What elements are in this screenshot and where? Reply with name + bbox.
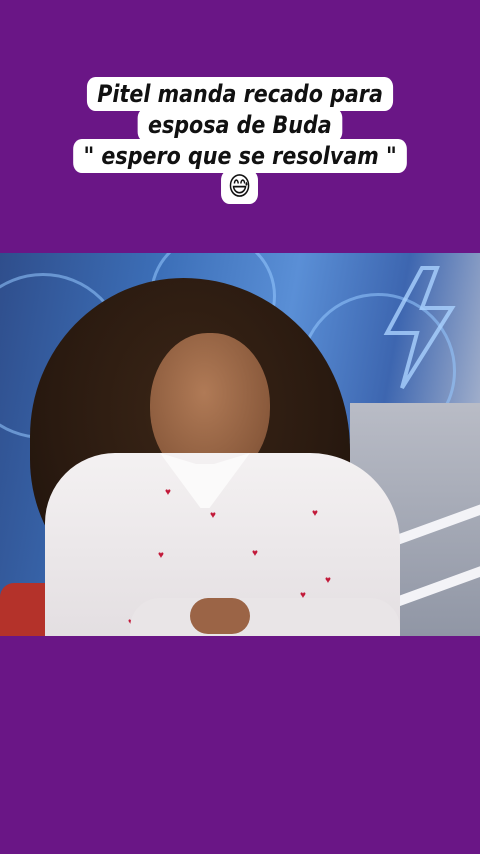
sweat-smile-emoji: 😅 (221, 170, 259, 204)
heart-print: ♥ (312, 508, 318, 519)
caption-line-1: Pitel manda recado para (86, 77, 394, 111)
caption-line-3: " espero que se resolvam " (73, 139, 407, 173)
heart-print: ♥ (210, 510, 216, 521)
video-frame[interactable]: ♥ ♥ ♥ ♥ ♥ ♥ ♥ ♥ (0, 253, 480, 636)
hand (190, 598, 250, 634)
heart-print: ♥ (165, 487, 171, 498)
lightning-bolt-icon (383, 266, 456, 390)
heart-print: ♥ (158, 550, 164, 561)
caption-block: Pitel manda recado para esposa de Buda "… (0, 77, 480, 204)
crossed-arms (130, 598, 400, 636)
heart-print: ♥ (325, 575, 331, 586)
caption-line-2: esposa de Buda (137, 108, 343, 142)
heart-print: ♥ (252, 548, 258, 559)
